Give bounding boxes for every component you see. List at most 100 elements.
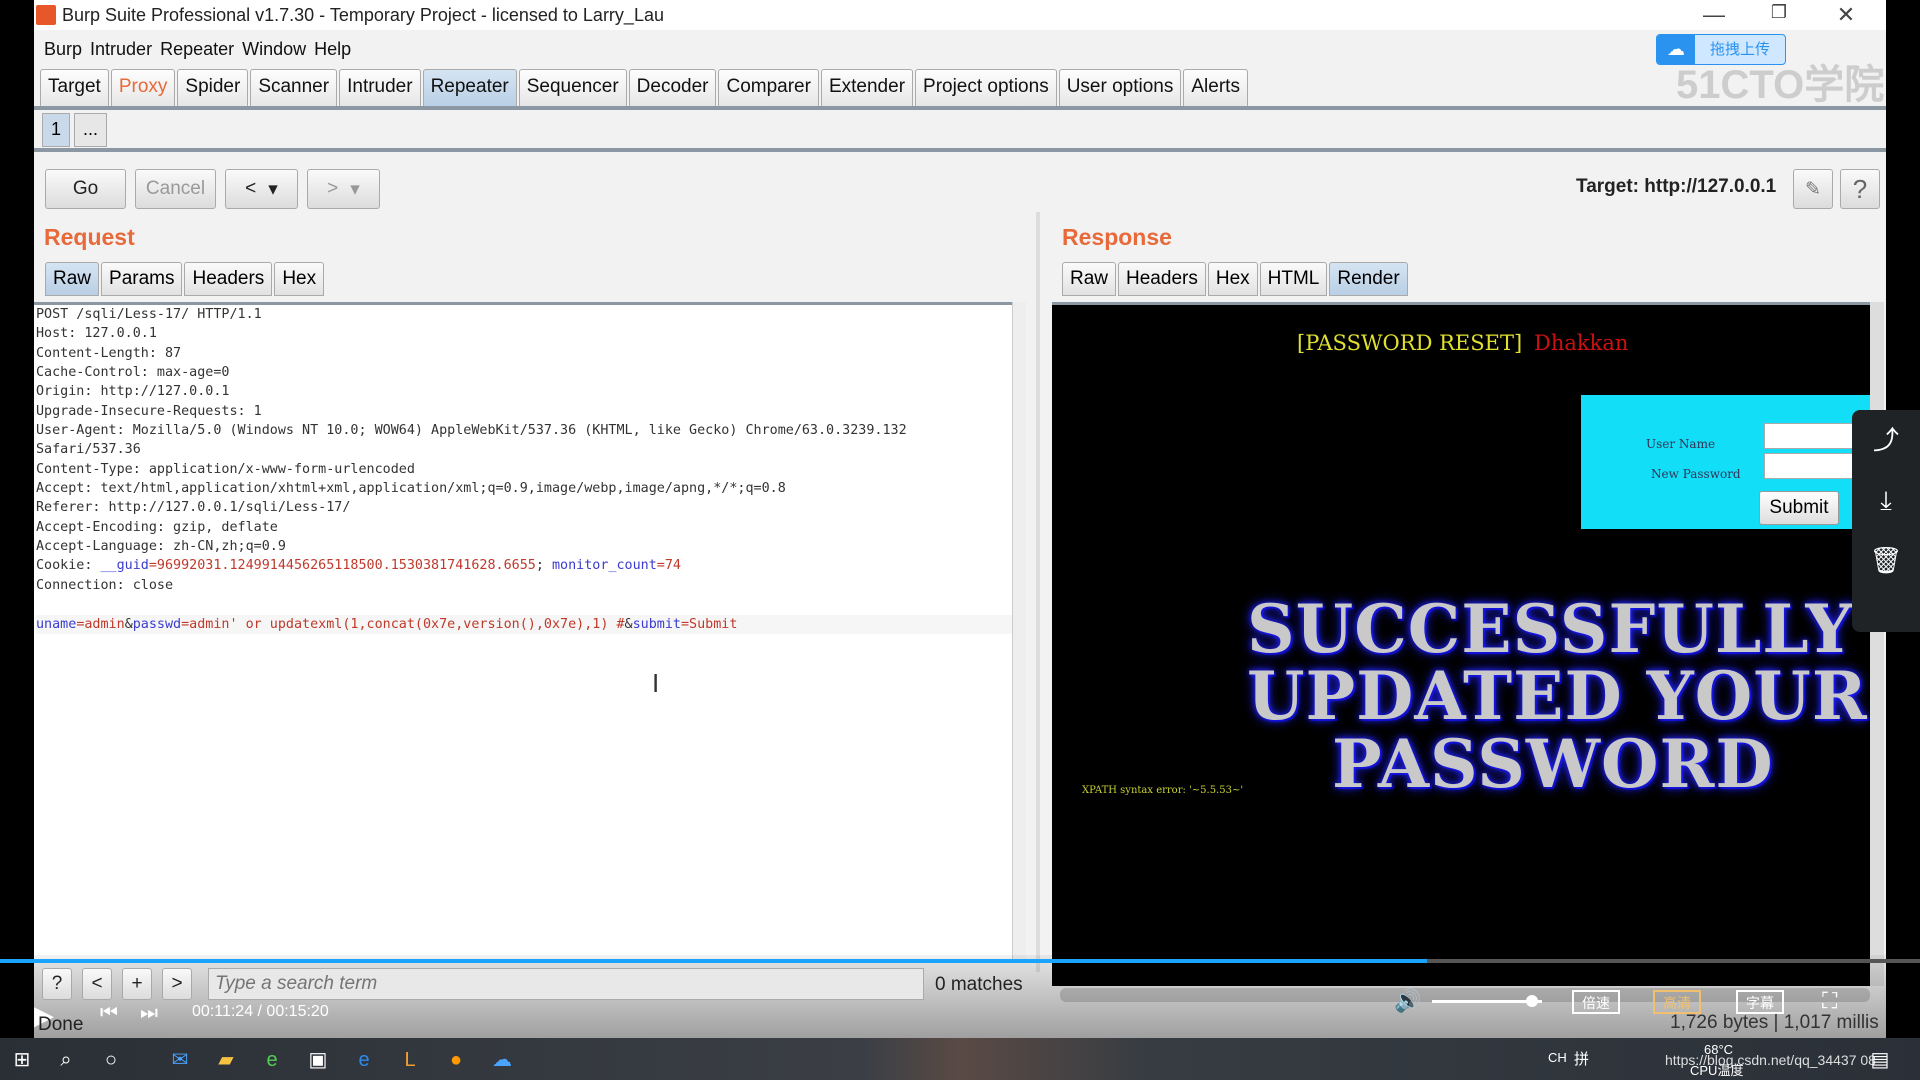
request-tab-params[interactable]: Params [101,262,183,296]
speed-button[interactable]: 倍速 [1572,990,1620,1014]
restore-button[interactable]: ❐ [1759,2,1799,23]
tab-intruder[interactable]: Intruder [339,69,421,107]
video-progress-track[interactable] [0,959,1920,963]
repeater-tab-new[interactable]: ... [74,113,108,147]
browser-360-icon[interactable]: e [258,1046,286,1074]
request-text-segment: Upgrade-Insecure-Requests: 1 [36,403,262,419]
notification-icon[interactable]: ▤ [1866,1046,1894,1074]
tab-extender[interactable]: Extender [820,69,914,107]
previous-icon[interactable]: ⏮ [100,1002,118,1025]
split-divider[interactable] [1036,212,1040,972]
search-icon[interactable]: ⌕ [52,1046,80,1074]
chevron-down-icon: ▾ [350,178,360,200]
menu-window[interactable]: Window [242,39,306,60]
help-search-button[interactable]: ? [42,968,72,1000]
menu-repeater[interactable]: Repeater [160,39,234,60]
fullscreen-icon[interactable]: ⛶ [1822,988,1837,1014]
request-tab-raw[interactable]: Raw [45,262,100,296]
request-text-segment: passwd [132,616,182,632]
trash-icon[interactable]: 🗑 [1852,530,1920,590]
window-title: Burp Suite Professional v1.7.30 - Tempor… [62,4,664,25]
mail-icon[interactable]: ✉ [166,1046,194,1074]
store-icon[interactable]: ▣ [304,1046,332,1074]
request-line: Content-Length: 87 [36,344,1014,363]
request-text-segment: =74 [656,558,681,574]
response-scrollbar[interactable] [1870,302,1884,986]
tab-target[interactable]: Target [40,69,109,107]
quality-button[interactable]: 高清 [1653,990,1701,1014]
tab-sequencer[interactable]: Sequencer [518,69,627,107]
app-icon[interactable]: L [396,1046,424,1074]
next-icon[interactable]: ⏭ [140,1002,158,1025]
response-tab-headers[interactable]: Headers [1118,262,1206,296]
request-line: POST /sqli/Less-17/ HTTP/1.1 [36,305,1014,324]
request-line: Connection: close [36,576,1014,595]
request-text-segment: Accept-Language: zh-CN,zh;q=0.9 [36,539,286,555]
tab-project-options[interactable]: Project options [915,69,1057,107]
burp-logo-icon [36,5,56,25]
back-button[interactable]: < ▾ [225,169,298,209]
add-search-button[interactable]: + [122,968,152,1000]
request-text-segment: =admin' or updatexml(1,concat(0x7e,versi… [181,616,625,632]
share-icon[interactable]: ⤴ [1852,410,1920,470]
request-text-segment: submit [632,616,681,632]
close-button[interactable]: ✕ [1826,2,1866,28]
tab-scanner[interactable]: Scanner [250,69,338,107]
volume-slider[interactable] [1432,995,1542,1007]
request-text-segment: Content-Length: 87 [36,345,182,361]
tab-spider[interactable]: Spider [177,69,249,107]
response-tab-html[interactable]: HTML [1259,262,1328,296]
tab-decoder[interactable]: Decoder [628,69,717,107]
menu-burp[interactable]: Burp [44,39,82,60]
subtitle-button[interactable]: 字幕 [1736,990,1784,1014]
windows-start-icon[interactable]: ⊞ [8,1046,36,1074]
pencil-icon: ✎ [1805,178,1821,200]
next-match-button[interactable]: > [162,968,192,1000]
side-panel: ⤴ ⤓ 🗑 [1852,410,1920,632]
minimize-button[interactable]: — [1694,2,1734,28]
ime-indicator[interactable]: CH [1548,1050,1567,1065]
cancel-button[interactable]: Cancel [135,169,216,209]
tab-alerts[interactable]: Alerts [1183,69,1248,107]
volume-knob[interactable] [1525,995,1538,1007]
help-button[interactable]: ? [1840,169,1880,209]
request-editor[interactable]: POST /sqli/Less-17/ HTTP/1.1 Host: 127.0.… [34,302,1014,961]
tab-comparer[interactable]: Comparer [718,69,819,107]
tab-repeater[interactable]: Repeater [422,69,517,107]
request-line: Accept-Encoding: gzip, deflate [36,518,1014,537]
edge-icon[interactable]: e [350,1046,378,1074]
baidu-cloud-icon[interactable]: ☁ [488,1046,516,1074]
file-explorer-icon[interactable]: ▰ [212,1046,240,1074]
ime-mode[interactable]: 拼 [1574,1048,1589,1069]
search-input[interactable] [208,968,924,1000]
menu-bar: Burp Intruder Repeater Window Help [34,34,1886,64]
request-line [36,595,1014,614]
request-scrollbar[interactable] [1012,302,1026,961]
edit-target-button[interactable]: ✎ [1793,169,1833,209]
previous-match-button[interactable]: < [82,968,112,1000]
request-line: Cache-Control: max-age=0 [36,363,1014,382]
forward-button[interactable]: > ▾ [307,169,380,209]
volume-icon[interactable]: 🔊 [1394,988,1421,1014]
video-progress-fill [0,959,1427,963]
submit-button[interactable]: Submit [1759,491,1839,525]
response-tab-raw[interactable]: Raw [1062,262,1117,296]
menu-help[interactable]: Help [314,39,351,60]
menu-intruder[interactable]: Intruder [90,39,152,60]
go-button[interactable]: Go [45,169,126,209]
download-icon[interactable]: ⤓ [1852,470,1920,530]
title-bar: Burp Suite Professional v1.7.30 - Tempor… [34,0,1886,30]
tab-proxy[interactable]: Proxy [110,69,176,107]
tab-user-options[interactable]: User options [1058,69,1182,107]
xpath-error: XPATH syntax error: '~5.5.53~' [1082,785,1244,796]
banner-line-2: UPDATED YOUR [1247,657,1868,735]
repeater-tab-1[interactable]: 1 [42,113,71,147]
response-tab-hex[interactable]: Hex [1207,262,1258,296]
request-tab-hex[interactable]: Hex [274,262,325,296]
burp-taskbar-icon[interactable]: ● [442,1046,470,1074]
response-tab-render[interactable]: Render [1329,262,1408,296]
task-view-icon[interactable]: ○ [97,1046,125,1074]
request-line: Upgrade-Insecure-Requests: 1 [36,402,1014,421]
url-overlay: https://blog.csdn.net/qq_34437 08 [1665,1052,1876,1068]
request-tab-headers[interactable]: Headers [184,262,273,296]
